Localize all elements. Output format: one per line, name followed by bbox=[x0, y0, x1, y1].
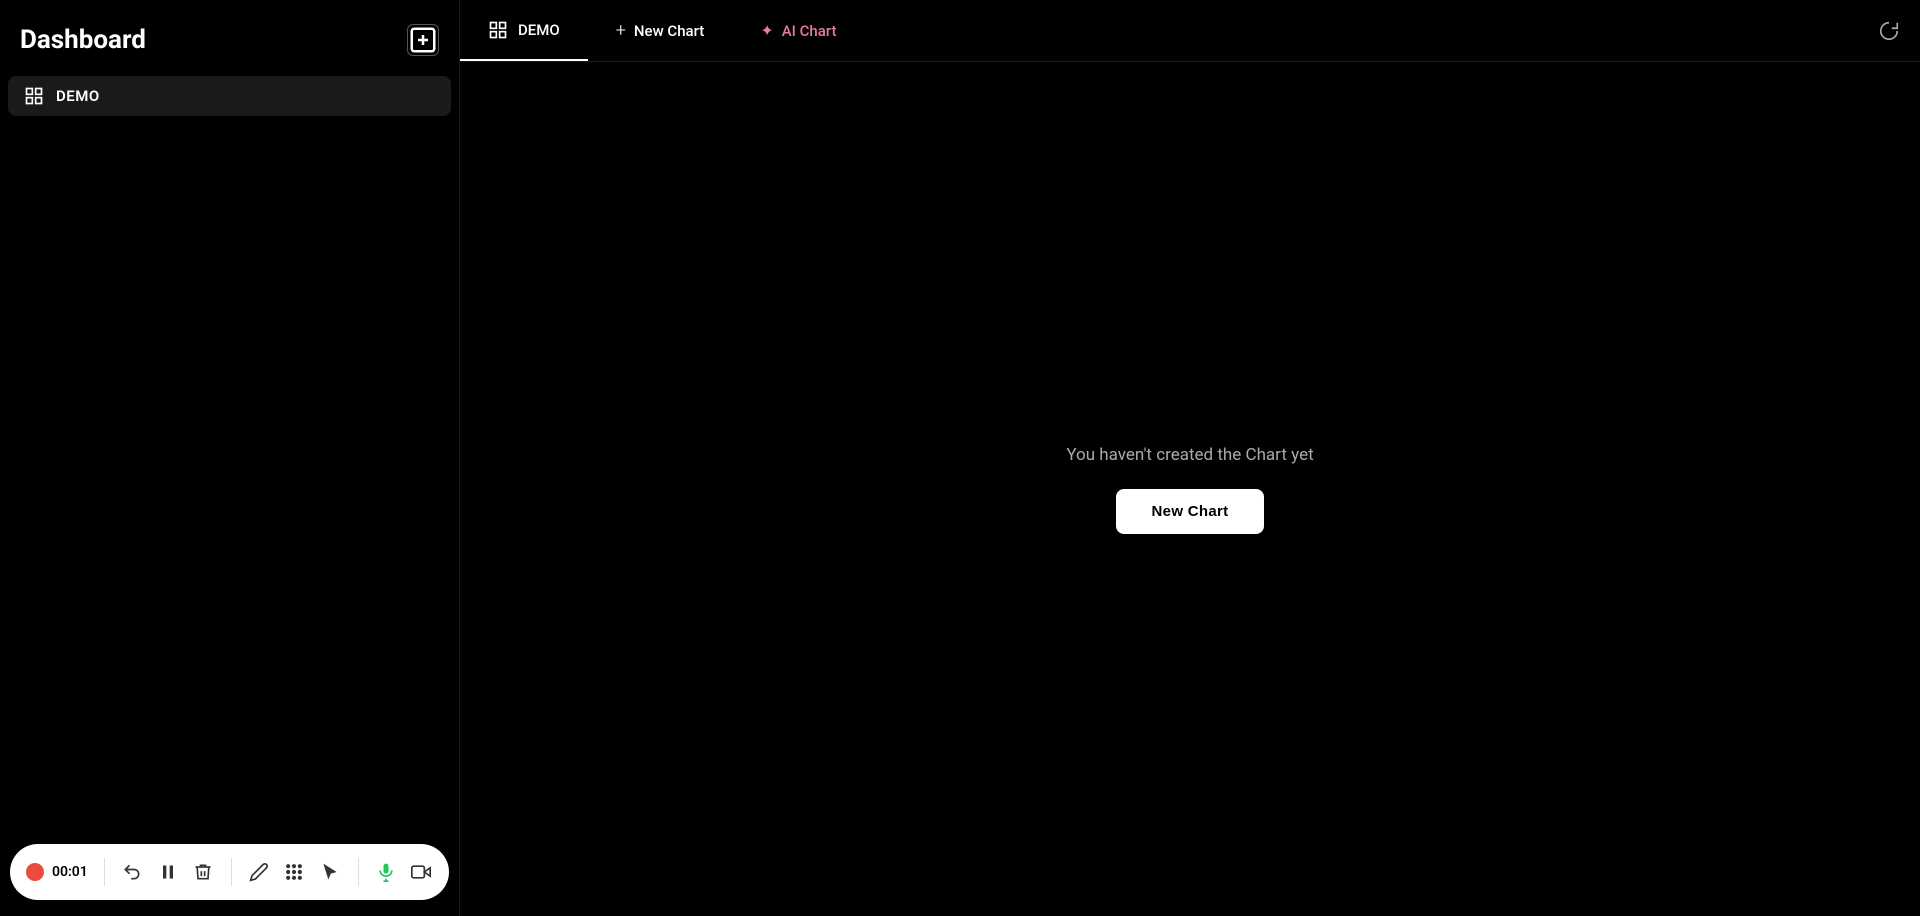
bottom-toolbar: 00:01 bbox=[10, 844, 449, 900]
grid-icon bbox=[24, 86, 44, 106]
divider-3 bbox=[358, 858, 359, 886]
sidebar: Dashboard DEMO 00:01 bbox=[0, 0, 460, 916]
microphone-button[interactable] bbox=[374, 856, 397, 888]
demo-tab-icon bbox=[488, 20, 508, 40]
delete-button[interactable] bbox=[191, 856, 214, 888]
sidebar-item-demo[interactable]: DEMO bbox=[8, 76, 451, 116]
empty-state-text: You haven't created the Chart yet bbox=[1066, 445, 1313, 465]
refresh-button[interactable] bbox=[1858, 20, 1920, 42]
nav-ai-chart-label: AI Chart bbox=[782, 22, 837, 40]
video-button[interactable] bbox=[410, 856, 433, 888]
top-nav: DEMO + New Chart ✦ AI Chart bbox=[460, 0, 1920, 62]
sidebar-title: Dashboard bbox=[20, 25, 146, 55]
nav-ai-chart[interactable]: ✦ AI Chart bbox=[732, 0, 864, 61]
tab-demo[interactable]: DEMO bbox=[460, 0, 588, 61]
nav-new-chart[interactable]: + New Chart bbox=[588, 0, 733, 61]
divider-2 bbox=[231, 858, 232, 886]
pause-button[interactable] bbox=[156, 856, 179, 888]
pen-button[interactable] bbox=[247, 856, 270, 888]
sidebar-item-label-demo: DEMO bbox=[56, 87, 100, 105]
sidebar-header: Dashboard bbox=[0, 0, 459, 76]
add-dashboard-button[interactable] bbox=[407, 24, 439, 56]
tab-demo-label: DEMO bbox=[518, 21, 560, 39]
empty-state: You haven't created the Chart yet New Ch… bbox=[460, 62, 1920, 916]
undo-button[interactable] bbox=[121, 856, 144, 888]
divider-1 bbox=[104, 858, 105, 886]
nav-new-chart-label: New Chart bbox=[634, 22, 704, 40]
ai-chart-sparkle-icon: ✦ bbox=[760, 21, 773, 40]
record-indicator: 00:01 bbox=[26, 863, 88, 881]
cursor-button[interactable] bbox=[318, 856, 341, 888]
record-dot bbox=[26, 863, 44, 881]
new-chart-button[interactable]: New Chart bbox=[1116, 489, 1265, 534]
main-content: DEMO + New Chart ✦ AI Chart You haven't … bbox=[460, 0, 1920, 916]
new-chart-plus-icon: + bbox=[616, 20, 626, 41]
grid-tool-button[interactable] bbox=[283, 856, 306, 888]
record-time: 00:01 bbox=[52, 864, 88, 880]
